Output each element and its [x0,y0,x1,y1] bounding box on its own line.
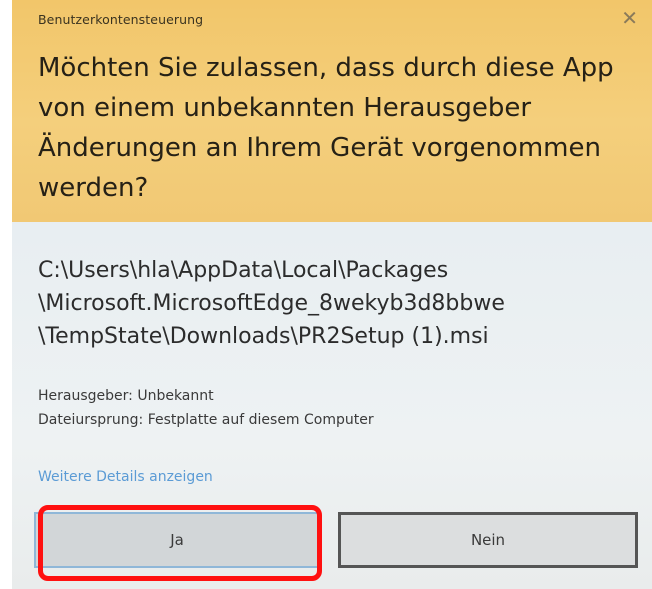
show-more-details-link[interactable]: Weitere Details anzeigen [38,469,213,485]
no-button[interactable]: Nein [338,512,638,568]
yes-button-label: Ja [170,531,184,549]
file-path: C:\Users\hla\AppData\Local\Packages \Mic… [38,258,505,349]
permission-question: Möchten Sie zulassen, dass durch diese A… [38,53,614,203]
no-button-label: Nein [470,531,506,549]
dialog-body: C:\Users\hla\AppData\Local\Packages \Mic… [12,222,652,589]
background-margin [0,0,12,589]
yes-button[interactable]: Ja [34,512,320,568]
dialog-header: Benutzerkontensteuerung ✕ Möchten Sie zu… [12,0,652,222]
uac-dialog: Benutzerkontensteuerung ✕ Möchten Sie zu… [12,0,652,589]
close-icon[interactable]: ✕ [621,6,638,30]
dialog-title: Benutzerkontensteuerung [38,12,204,27]
publisher-info: Herausgeber: Unbekannt [38,388,214,404]
file-origin-info: Dateiursprung: Festplatte auf diesem Com… [38,412,374,428]
